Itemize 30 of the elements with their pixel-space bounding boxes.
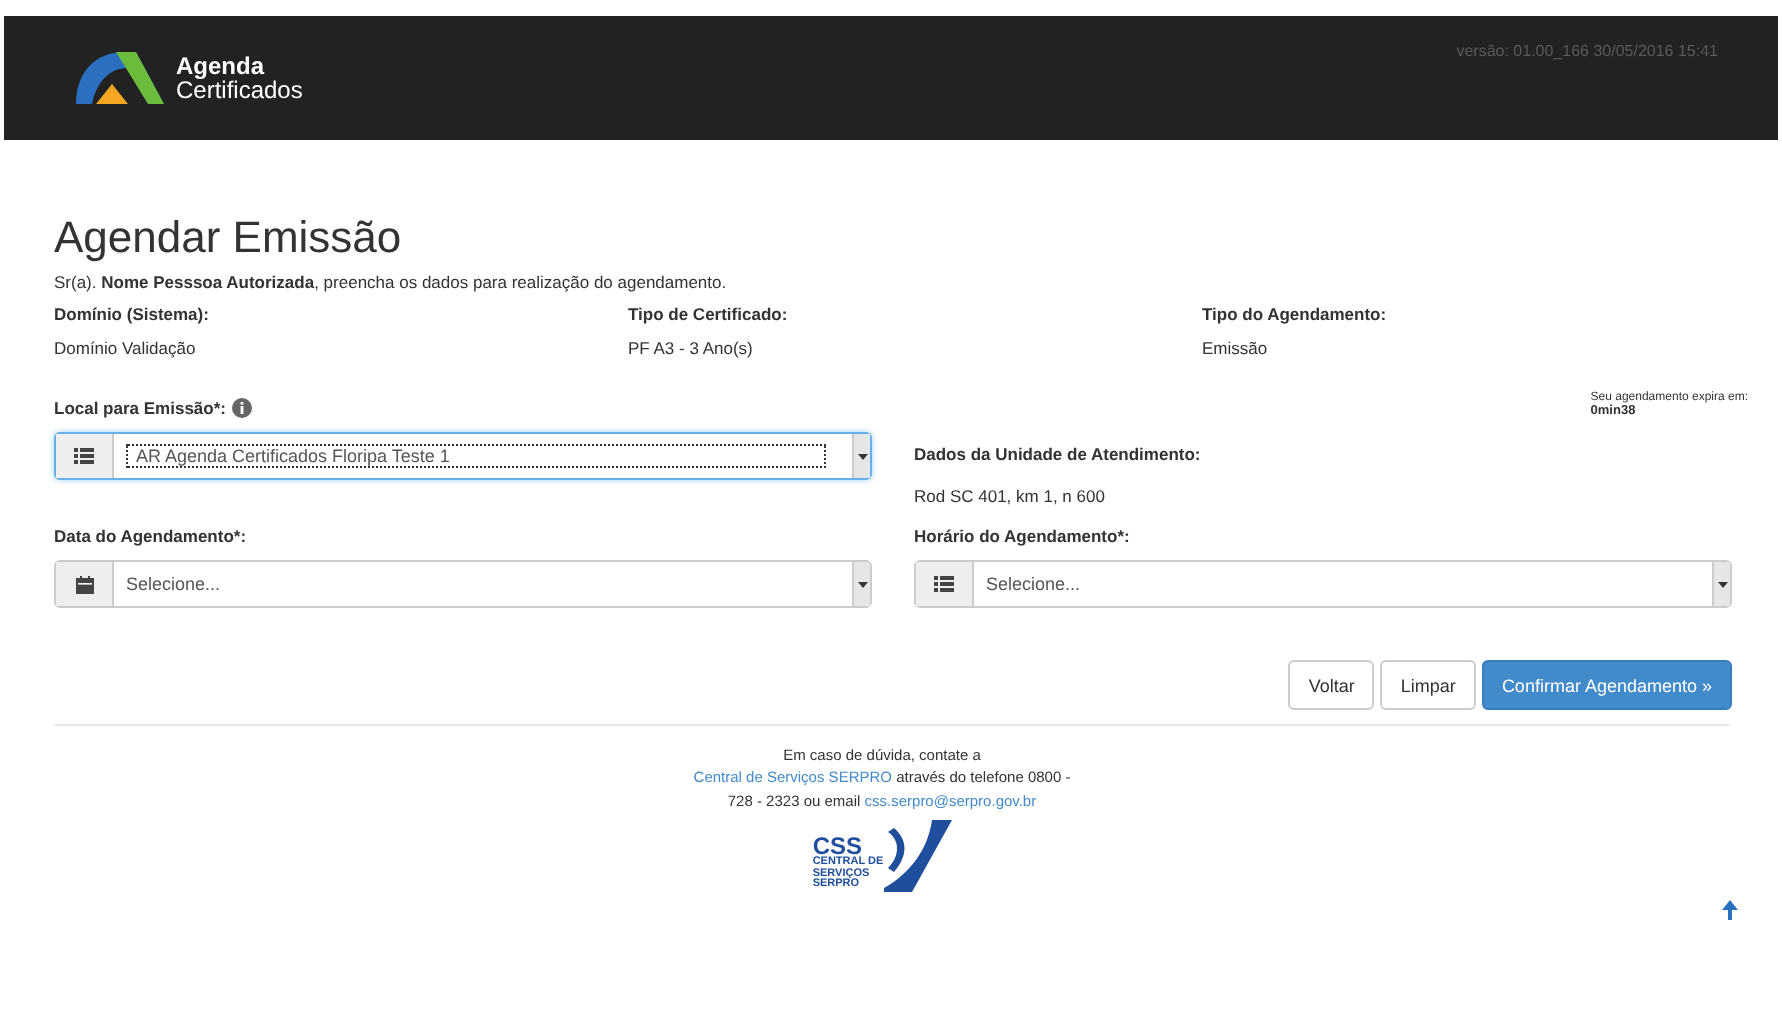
secondary-button[interactable]: Limpar — [1380, 660, 1476, 710]
confirm-button[interactable]: Confirmar Agendamento » — [1481, 660, 1732, 710]
field-label: Data do Agendamento*: — [54, 526, 249, 546]
list-icon — [74, 448, 94, 464]
dropdown-select[interactable]: Selecione... — [914, 560, 1732, 608]
caret-icon — [1717, 581, 1727, 587]
location-select[interactable]: AR Agenda Certificados Floripa Teste 1 — [54, 432, 872, 480]
field-label: Tipo do Agendamento: — [1202, 304, 1389, 324]
caret-icon — [857, 581, 867, 587]
intro-text: Sr(a). Nome Pesssoa Autorizada, preencha os dados para realização do agendamento. — [54, 272, 729, 292]
calendar-icon — [75, 575, 93, 593]
field-label: Tipo de Certificado: — [628, 304, 790, 324]
field-label: Horário do Agendamento*: — [914, 526, 1132, 546]
logo-subtitle: Certificados — [176, 78, 303, 102]
address-text: Rod SC 401, km 1, n 600 — [914, 486, 1107, 506]
info-icon[interactable] — [231, 398, 252, 418]
list-icon — [934, 576, 954, 592]
caret-icon — [857, 453, 867, 459]
page-title: Agendar Emissão — [54, 212, 404, 264]
field-value: PF A3 - 3 Ano(s) — [628, 338, 755, 358]
version-text: versão: 01.00_166 30/05/2016 15:41 — [1456, 42, 1718, 64]
field-label: Domínio (Sistema): — [54, 304, 211, 324]
dropdown-select[interactable]: Selecione... — [54, 560, 872, 608]
secondary-button[interactable]: Voltar — [1288, 660, 1375, 710]
field-label: Dados da Unidade de Atendimento: — [914, 444, 1203, 464]
field-value: Domínio Validação — [54, 338, 198, 358]
arrow-up-icon[interactable] — [1722, 899, 1738, 920]
logo-title: Agenda — [176, 54, 267, 78]
field-label: Local para Emissão*: — [54, 398, 226, 418]
field-value: Emissão — [1202, 338, 1270, 358]
